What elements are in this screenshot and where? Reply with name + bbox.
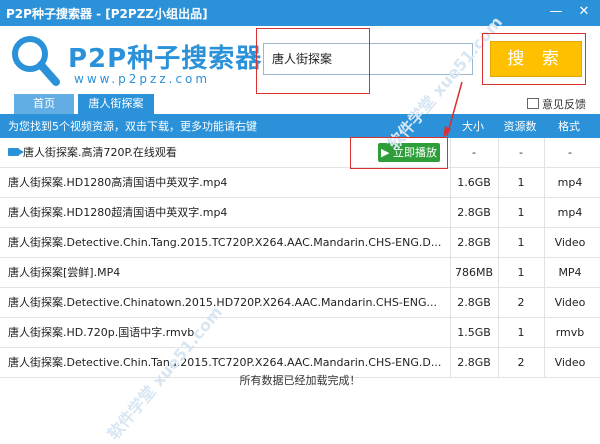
annotation-arrow (443, 81, 463, 138)
